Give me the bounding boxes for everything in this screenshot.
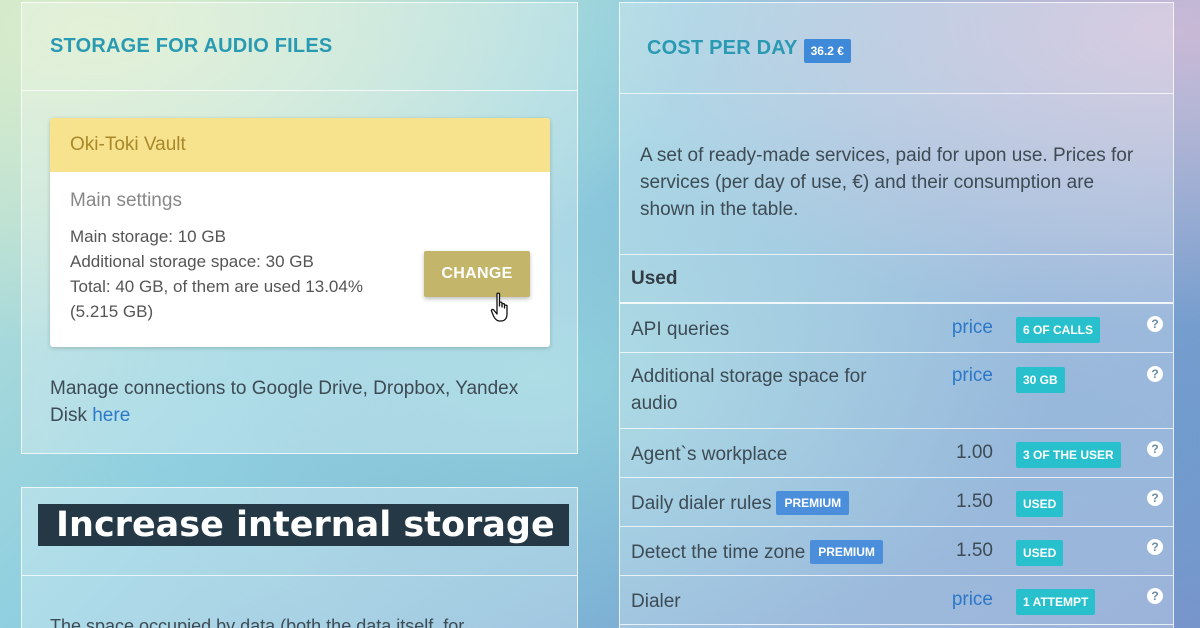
usage-badge: 6 OF CALLS [1016, 316, 1101, 343]
main-storage-text: Main storage: 10 GB [70, 227, 226, 246]
cost-title: COST PER DAY [647, 36, 798, 59]
service-name: Additional storage space for audio [631, 363, 891, 417]
price-link[interactable]: price [952, 589, 993, 611]
increase-storage-panel: Increase internal storage The space occu… [21, 487, 578, 628]
increase-panel-header: Increase internal storage [22, 488, 577, 576]
premium-badge: PREMIUM [776, 491, 850, 515]
services-table: API queries price 6 OF CALLS? Additional st… [620, 304, 1173, 625]
usage-badge: 30 GB [1016, 367, 1065, 393]
help-icon[interactable]: ? [1147, 440, 1163, 457]
cost-panel-header: COST PER DAY 36.2 € [620, 3, 1173, 94]
service-name: Dialer [631, 588, 891, 615]
service-row: Agent`s workplace 1.00 3 OF THE USER? [620, 429, 1173, 478]
price-value: 1.50 [956, 490, 993, 512]
service-name: Detect the time zone PREMIUM [631, 539, 891, 566]
cost-panel: COST PER DAY 36.2 € A set of ready-made … [619, 2, 1174, 628]
manage-connections-link[interactable]: here [92, 405, 130, 426]
help-icon[interactable]: ? [1147, 315, 1163, 332]
vault-card: Oki-Toki Vault Main settings Main storag… [50, 118, 550, 347]
cost-description: A set of ready-made services, paid for u… [620, 94, 1173, 255]
service-name-label: Additional storage space for audio [631, 366, 867, 414]
storage-panel: STORAGE FOR AUDIO FILES Oki-Toki Vault M… [21, 2, 578, 454]
usage-badge: USED [1016, 490, 1064, 517]
vault-body: Main settings Main storage: 10 GB Additi… [50, 172, 550, 342]
service-row: Detect the time zone PREMIUM 1.50 USED? [620, 527, 1173, 576]
service-name: API queries [631, 316, 891, 343]
additional-storage-text: Additional storage space: 30 GB [70, 252, 314, 271]
service-row: API queries price 6 OF CALLS? [620, 304, 1173, 353]
main-settings-label: Main settings [70, 190, 182, 211]
price-value: 1.00 [956, 441, 993, 463]
total-storage-text: Total: 40 GB, of them are used 13.04% (5… [70, 277, 363, 321]
increase-storage-text: The space occupied by data (both the dat… [50, 616, 465, 628]
service-name: Daily dialer rules PREMIUM [631, 490, 891, 517]
price-link[interactable]: price [952, 317, 993, 339]
service-name: Agent`s workplace [631, 441, 891, 468]
storage-panel-header: STORAGE FOR AUDIO FILES [22, 3, 577, 91]
cost-badge: 36.2 € [803, 38, 851, 63]
service-name-label: Detect the time zone [631, 541, 806, 563]
price-link[interactable]: price [952, 365, 993, 387]
service-row: Daily dialer rules PREMIUM 1.50 USED? [620, 478, 1173, 527]
help-icon[interactable]: ? [1147, 366, 1163, 382]
increase-storage-title: Increase internal storage [38, 503, 569, 546]
premium-badge: PREMIUM [810, 540, 883, 564]
change-button[interactable]: CHANGE [424, 251, 530, 297]
service-name-label: Dialer [631, 590, 681, 612]
hand-cursor-icon [490, 292, 508, 322]
help-icon[interactable]: ? [1147, 587, 1163, 604]
help-icon[interactable]: ? [1147, 538, 1163, 555]
service-row: Dialer price 1 ATTEMPT? [620, 576, 1173, 625]
vault-name: Oki-Toki Vault [50, 118, 550, 172]
service-name-label: Daily dialer rules [631, 492, 772, 514]
storage-title: STORAGE FOR AUDIO FILES [50, 35, 333, 57]
help-icon[interactable]: ? [1147, 489, 1163, 506]
manage-connections-text: Manage connections to Google Drive, Drop… [50, 375, 550, 429]
usage-badge: 3 OF THE USER [1016, 441, 1121, 468]
price-value: 1.50 [956, 539, 993, 561]
usage-badge: USED [1016, 539, 1064, 566]
used-header: Used [620, 255, 1173, 304]
service-row: Additional storage space for audio price 3… [620, 353, 1173, 429]
service-name-label: API queries [631, 318, 730, 340]
usage-badge: 1 ATTEMPT [1016, 588, 1096, 615]
service-name-label: Agent`s workplace [631, 443, 788, 465]
